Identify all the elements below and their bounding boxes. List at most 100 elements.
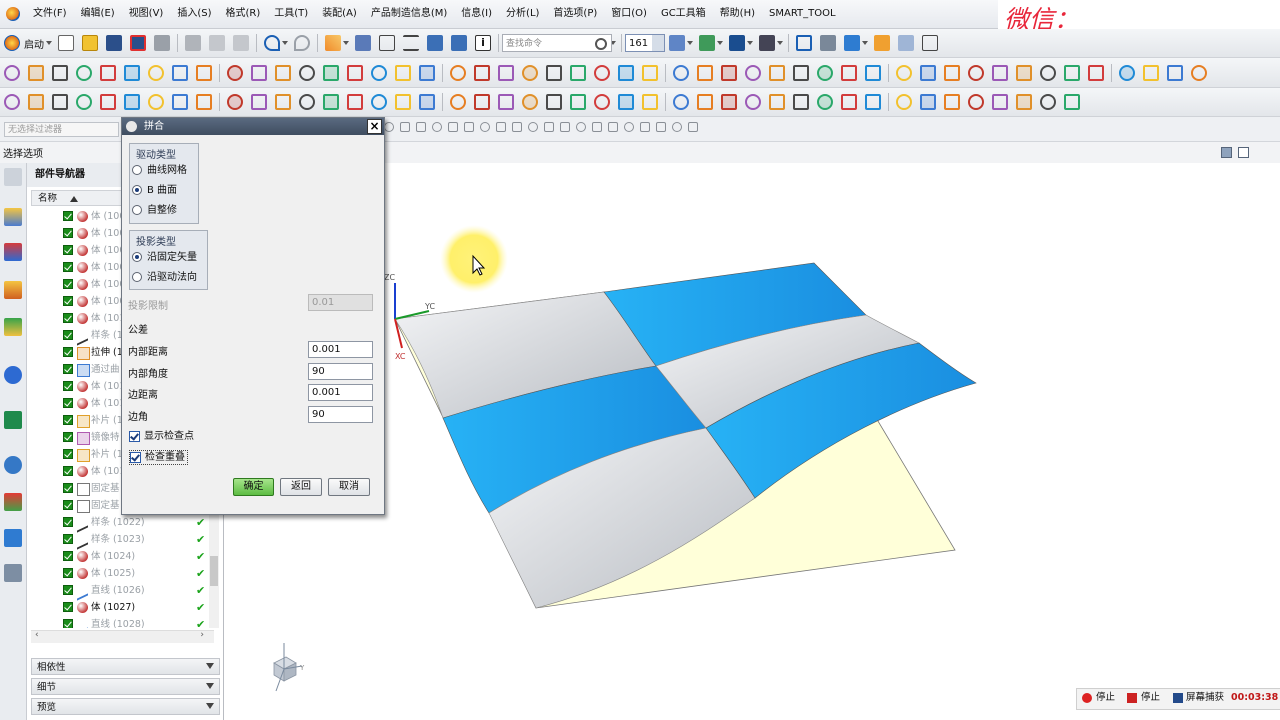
- surface-tool-icon[interactable]: [419, 94, 435, 110]
- tree-row[interactable]: 体 (1024) ✔: [31, 548, 209, 565]
- curve-tool-icon[interactable]: [251, 64, 267, 81]
- chevron-down-icon[interactable]: [862, 41, 868, 45]
- curve-tool-icon[interactable]: [642, 64, 658, 81]
- surface-tool-icon[interactable]: [1040, 94, 1056, 110]
- selection-tool-icon[interactable]: [656, 122, 666, 132]
- visibility-checkbox[interactable]: [63, 585, 73, 595]
- cut-icon[interactable]: [185, 35, 201, 51]
- curve-tool-icon[interactable]: [1191, 64, 1207, 81]
- curve-tool-icon[interactable]: [124, 64, 140, 81]
- tree-row[interactable]: 直线 (1028) ✔: [31, 616, 209, 628]
- curve-tool-icon[interactable]: [721, 64, 737, 81]
- capture-label[interactable]: 屏幕捕获: [1186, 689, 1224, 707]
- tree-row[interactable]: 直线 (1026) ✔: [31, 582, 209, 601]
- menu-item[interactable]: 编辑(E): [74, 0, 122, 28]
- curve-tool-icon[interactable]: [1088, 64, 1104, 81]
- app-logo-icon[interactable]: [6, 7, 20, 21]
- curve-tool-icon[interactable]: [992, 64, 1008, 81]
- curve-tool-icon[interactable]: [275, 64, 291, 81]
- visibility-checkbox[interactable]: [63, 296, 73, 306]
- curve-tool-icon[interactable]: [395, 64, 411, 81]
- curve-tool-icon[interactable]: [570, 64, 586, 81]
- wcs-icon[interactable]: [699, 35, 715, 51]
- scroll-right-icon[interactable]: ›: [200, 630, 204, 640]
- surface-tool-icon[interactable]: [968, 94, 984, 110]
- surface-tool-icon[interactable]: [745, 94, 761, 110]
- role-icon[interactable]: [4, 529, 22, 547]
- curve-tool-icon[interactable]: [896, 64, 912, 81]
- tolerance-field-input[interactable]: 90: [308, 405, 373, 423]
- menu-item[interactable]: SMART_TOOL: [762, 0, 843, 28]
- search-icon[interactable]: [595, 38, 607, 50]
- selection-tool-icon[interactable]: [592, 122, 602, 132]
- selection-tool-icon[interactable]: [448, 122, 458, 132]
- curve-tool-icon[interactable]: [522, 64, 538, 81]
- clock-icon[interactable]: [4, 456, 22, 474]
- surface-tool-icon[interactable]: [992, 94, 1008, 110]
- visibility-checkbox[interactable]: [63, 211, 73, 221]
- chevron-down-icon[interactable]: [717, 41, 723, 45]
- curve-tool-icon[interactable]: [968, 64, 984, 81]
- surface-tool-icon[interactable]: [498, 94, 514, 110]
- cube-view-icon[interactable]: [844, 35, 860, 51]
- visibility-checkbox[interactable]: [63, 551, 73, 561]
- surface-tool-icon[interactable]: [4, 94, 20, 110]
- curve-tool-icon[interactable]: [148, 64, 164, 81]
- curve-tool-icon[interactable]: [546, 64, 562, 81]
- equals-icon[interactable]: [403, 35, 419, 51]
- part-navigator-icon[interactable]: [4, 281, 22, 299]
- surface-tool-icon[interactable]: [697, 94, 713, 110]
- surface-tool-icon[interactable]: [793, 94, 809, 110]
- curve-tool-icon[interactable]: [697, 64, 713, 81]
- visibility-checkbox[interactable]: [63, 415, 73, 425]
- selection-tool-icon[interactable]: [384, 122, 394, 132]
- surface-tool-icon[interactable]: [594, 94, 610, 110]
- chevron-down-icon[interactable]: [747, 41, 753, 45]
- new-file-icon[interactable]: [58, 35, 74, 51]
- scroll-thumb[interactable]: [210, 556, 218, 586]
- visibility-checkbox[interactable]: [63, 449, 73, 459]
- chevron-down-icon[interactable]: [343, 41, 349, 45]
- curve-tool-icon[interactable]: [347, 64, 363, 81]
- edit-tool-icon[interactable]: [325, 35, 341, 51]
- visibility-checkbox[interactable]: [63, 347, 73, 357]
- surface-tool-icon[interactable]: [347, 94, 363, 110]
- curve-tool-icon[interactable]: [944, 64, 960, 81]
- projection-type-radio[interactable]: 沿驱动法向: [132, 271, 197, 284]
- curve-tool-icon[interactable]: [450, 64, 466, 81]
- selection-tool-icon[interactable]: [672, 122, 682, 132]
- selection-tool-icon[interactable]: [688, 122, 698, 132]
- curve-tool-icon[interactable]: [618, 64, 634, 81]
- visibility-checkbox[interactable]: [63, 279, 73, 289]
- panel-dependencies[interactable]: 相依性: [31, 658, 220, 675]
- curve-tool-icon[interactable]: [227, 64, 243, 81]
- info-object-icon[interactable]: [427, 35, 443, 51]
- surface-tool-icon[interactable]: [817, 94, 833, 110]
- selection-tool-icon[interactable]: [496, 122, 506, 132]
- visibility-checkbox[interactable]: [63, 364, 73, 374]
- selection-tool-icon[interactable]: [416, 122, 426, 132]
- start-button[interactable]: 启动: [24, 36, 44, 51]
- curve-tool-icon[interactable]: [299, 64, 315, 81]
- selection-tool-icon[interactable]: [576, 122, 586, 132]
- drive-type-radio[interactable]: 曲线网格: [132, 164, 187, 177]
- surface-tool-icon[interactable]: [395, 94, 411, 110]
- curve-tool-icon[interactable]: [1040, 64, 1056, 81]
- dialog-titlebar[interactable]: 拼合 ×: [122, 118, 384, 135]
- selection-tool-icon[interactable]: [640, 122, 650, 132]
- surface-tool-icon[interactable]: [1064, 94, 1080, 110]
- chevron-down-icon[interactable]: [206, 663, 214, 669]
- surface-tool-icon[interactable]: [371, 94, 387, 110]
- visual-report-icon[interactable]: [4, 493, 22, 511]
- selection-tool-icon[interactable]: [512, 122, 522, 132]
- surface-tool-icon[interactable]: [570, 94, 586, 110]
- web-browser-icon[interactable]: [4, 366, 22, 384]
- visibility-checkbox[interactable]: [63, 330, 73, 340]
- window-icon[interactable]: [922, 35, 938, 51]
- curve-tool-icon[interactable]: [100, 64, 116, 81]
- surface-tool-icon[interactable]: [522, 94, 538, 110]
- curve-tool-icon[interactable]: [673, 64, 689, 81]
- surface-tool-icon[interactable]: [944, 94, 960, 110]
- curve-tool-icon[interactable]: [793, 64, 809, 81]
- surface-tool-icon[interactable]: [642, 94, 658, 110]
